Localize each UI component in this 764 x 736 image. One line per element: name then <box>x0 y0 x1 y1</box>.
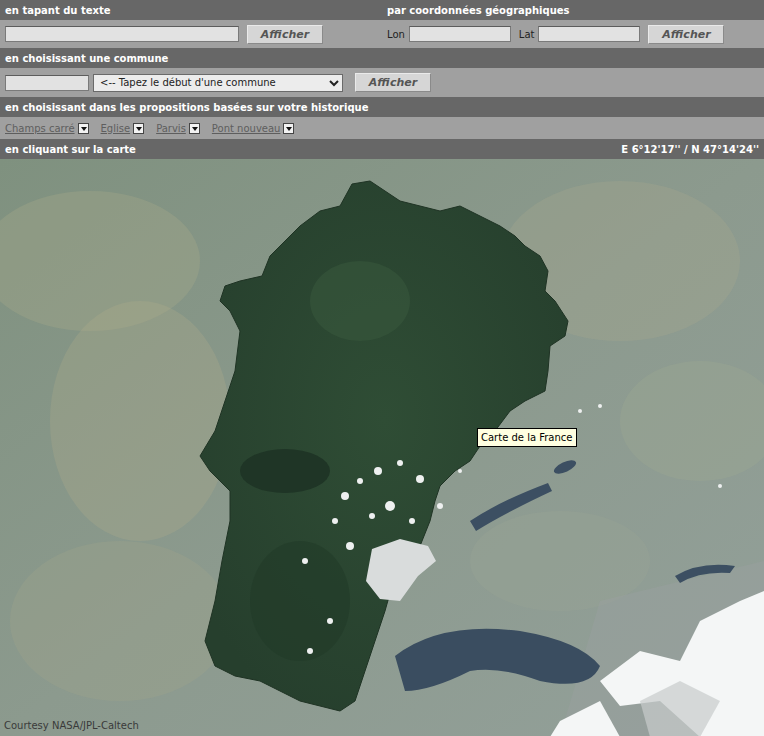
history-link[interactable]: Champs carré <box>5 121 75 136</box>
lat-input[interactable] <box>538 26 640 42</box>
map-credit: Courtesy NASA/JPL-Caltech <box>4 718 139 733</box>
satellite-map[interactable]: Carte de la France Courtesy NASA/JPL-Cal… <box>0 159 764 736</box>
text-search-input[interactable] <box>5 26 239 42</box>
history-row: Champs carré Eglise Parvis Pont nouveau <box>0 117 764 139</box>
lon-label: Lon <box>387 27 405 42</box>
search-row: Afficher Lon Lat Afficher <box>0 20 764 48</box>
text-search-button[interactable]: Afficher <box>247 25 323 44</box>
history-item[interactable]: Parvis <box>156 121 200 136</box>
lon-input[interactable] <box>409 26 511 42</box>
dropdown-arrow-icon[interactable] <box>189 123 200 134</box>
header-bar: en choisissant dans les propositions bas… <box>0 97 764 117</box>
coord-search-header: par coordonnées géographiques <box>387 3 570 18</box>
commune-search-header: en choisissant une commune <box>5 51 168 66</box>
map-tooltip: Carte de la France <box>477 428 577 447</box>
history-item[interactable]: Pont nouveau <box>212 121 295 136</box>
header-bar: en tapant du texte par coordonnées géogr… <box>0 0 764 20</box>
history-link[interactable]: Parvis <box>156 121 186 136</box>
commune-row: <-- Tapez le début d'une commune Affiche… <box>0 68 764 97</box>
history-item[interactable]: Eglise <box>101 121 145 136</box>
coord-search-button[interactable]: Afficher <box>648 25 724 44</box>
history-link[interactable]: Eglise <box>101 121 131 136</box>
header-bar: en choisissant une commune <box>0 48 764 68</box>
commune-input[interactable] <box>5 75 89 91</box>
dropdown-arrow-icon[interactable] <box>78 123 89 134</box>
history-link[interactable]: Pont nouveau <box>212 121 281 136</box>
commune-search-button[interactable]: Afficher <box>355 73 431 92</box>
text-search-header: en tapant du texte <box>5 3 387 18</box>
header-bar: en cliquant sur la carte E 6°12'17'' / N… <box>0 139 764 159</box>
coordinates-readout: E 6°12'17'' / N 47°14'24'' <box>621 142 759 157</box>
dropdown-arrow-icon[interactable] <box>133 123 144 134</box>
map-header: en cliquant sur la carte <box>5 142 136 157</box>
map-image[interactable] <box>0 159 764 736</box>
commune-select[interactable]: <-- Tapez le début d'une commune <box>93 74 343 92</box>
dropdown-arrow-icon[interactable] <box>283 123 294 134</box>
history-header: en choisissant dans les propositions bas… <box>5 100 369 115</box>
lat-label: Lat <box>519 27 535 42</box>
history-item[interactable]: Champs carré <box>5 121 89 136</box>
